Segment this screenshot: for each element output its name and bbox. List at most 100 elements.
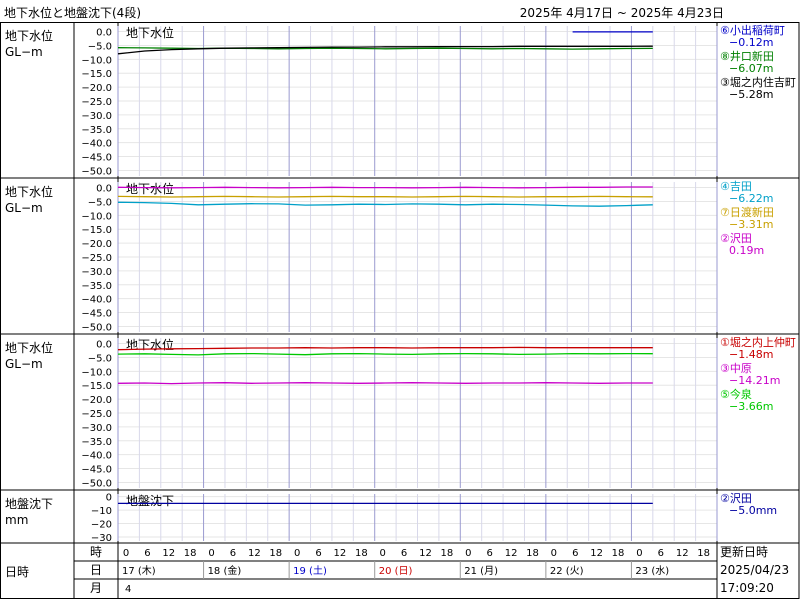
series-line-1-3: [117, 45, 653, 55]
panel-1-ytick: −25.0: [81, 97, 112, 108]
update-label: 更新日時: [720, 544, 768, 559]
day-tick: 18 (金): [208, 564, 242, 577]
panel-2-ytick: −25.0: [81, 253, 112, 264]
hour-tick: 12: [248, 548, 261, 559]
panel-3-ytick: −40.0: [81, 451, 112, 462]
panel-2-ytick: −45.0: [81, 309, 112, 320]
datetime-label: 日時: [5, 565, 29, 579]
panel-3-ytick: −50.0: [81, 478, 112, 489]
hour-tick: 6: [144, 548, 150, 559]
panel-3-ylabel-line: 地下水位: [5, 340, 53, 355]
hour-tick: 12: [419, 548, 432, 559]
legend-name-3-1: ①堀之内上仲町: [720, 335, 796, 349]
panel-1-ytick: −50.0: [81, 166, 112, 177]
panel-1-ytick: −5.0: [88, 41, 112, 52]
legend-value-3-3: −3.66m: [729, 400, 773, 413]
panel-4-title: 地盤沈下: [126, 493, 174, 508]
legend-name-1-3: ③堀之内住吉町: [720, 75, 796, 89]
panel-1-ytick: −40.0: [81, 139, 112, 150]
hour-tick: 0: [551, 548, 557, 559]
panel-3-ytick: −45.0: [81, 465, 112, 476]
hour-tick: 18: [441, 548, 454, 559]
panel-2-ytick: −15.0: [81, 225, 112, 236]
day-tick: 21 (月): [464, 565, 498, 577]
legend-value-2-3: 0.19m: [729, 244, 764, 257]
hour-tick: 0: [636, 548, 642, 559]
hour-tick: 0: [465, 548, 471, 559]
panel-2-ytick: −30.0: [81, 267, 112, 278]
legend-value-1-1: −0.12m: [729, 36, 773, 49]
panel-1-ytick: −35.0: [81, 125, 112, 136]
panel-3-ytick: −15.0: [81, 381, 112, 392]
day-tick: 20 (日): [379, 566, 413, 577]
panel-4-ytick: −30: [91, 533, 112, 544]
panel-2-ytick: −20.0: [81, 239, 112, 250]
legend-name-3-3: ⑤今泉: [720, 387, 752, 401]
panel-1-ytick: 0.0: [96, 28, 112, 39]
panel-1-ytick: −10.0: [81, 55, 112, 66]
legend-name-1-2: ⑧井口新田: [720, 49, 774, 63]
panel-1-ytick: −15.0: [81, 69, 112, 80]
day-tick: 22 (火): [550, 565, 584, 577]
hour-tick: 18: [269, 548, 282, 559]
panel-2-ytick: 0.0: [96, 184, 112, 195]
hour-tick: 0: [380, 548, 386, 559]
update-time: 17:09:20: [720, 581, 774, 595]
month-tick: 4: [125, 584, 131, 595]
hour-tick: 18: [612, 548, 625, 559]
panel-2-ytick: −5.0: [88, 197, 112, 208]
legend-value-2-1: −6.22m: [729, 192, 773, 205]
hour-tick: 0: [123, 548, 129, 559]
legend-value-4-1: −5.0mm: [729, 504, 777, 517]
series-line-3-2: [117, 382, 653, 385]
panel-2-title: 地下水位: [126, 181, 174, 196]
hour-tick: 6: [486, 548, 492, 559]
series-line-3-3: [117, 352, 653, 356]
month-row-label: 月: [90, 581, 102, 595]
hour-tick: 18: [355, 548, 368, 559]
outer-frame: [0, 22, 800, 599]
legend-name-2-3: ②沢田: [720, 231, 752, 245]
panel-1-ytick: −45.0: [81, 153, 112, 164]
series-line-2-1: [117, 201, 653, 207]
panel-4-ytick: 0: [106, 493, 112, 504]
panel-3-ytick: −10.0: [81, 367, 112, 378]
hour-tick: 18: [184, 548, 197, 559]
legend-name-2-2: ⑦日渡新田: [720, 205, 774, 219]
groundwater-chart: 地下水位 GL−m 0.0 −5.0 −10.0 −15.0 −20.0 −25.0 −30.0…: [0, 22, 800, 599]
hour-tick: 18: [697, 548, 710, 559]
legend-value-1-2: −6.07m: [729, 62, 773, 75]
hour-tick: 0: [208, 548, 214, 559]
panel-3-ytick: −35.0: [81, 437, 112, 448]
panel-4-ylabel-line: 地盤沈下: [5, 496, 53, 511]
panel-2-ytick: −40.0: [81, 295, 112, 306]
panel-2-ylabel-line: GL−m: [5, 201, 43, 215]
day-tick: 19 (土): [293, 564, 327, 577]
legend-value-2-2: −3.31m: [729, 218, 773, 231]
panel-3-ytick: −20.0: [81, 395, 112, 406]
panel-3-ytick: −30.0: [81, 423, 112, 434]
series-line-2-2: [117, 195, 653, 198]
panel-4-ylabel-line: mm: [5, 513, 28, 527]
panel-2-ylabel-line: 地下水位: [5, 184, 53, 199]
panel-2-ytick: −50.0: [81, 322, 112, 333]
hour-tick: 18: [526, 548, 539, 559]
legend-value-3-2: −14.21m: [729, 374, 780, 387]
panel-1-ytick: −30.0: [81, 111, 112, 122]
legend-name-1-1: ⑥小出稲荷町: [720, 23, 785, 37]
panel-2-ytick: −35.0: [81, 281, 112, 292]
panel-3-ytick: 0.0: [96, 340, 112, 351]
hour-tick: 12: [590, 548, 603, 559]
panel-3-ylabel-line: GL−m: [5, 357, 43, 371]
hour-row-label: 時: [90, 545, 102, 559]
hour-tick: 6: [401, 548, 407, 559]
panel-1-ylabel-line: 地下水位: [5, 28, 53, 43]
day-row-label: 日: [90, 563, 102, 577]
panel-1-ylabel-line: GL−m: [5, 45, 43, 59]
hour-tick: 6: [315, 548, 321, 559]
update-date: 2025/04/23: [720, 563, 789, 577]
hour-tick: 6: [658, 548, 664, 559]
day-tick: 17 (木): [122, 565, 156, 577]
day-tick: 23 (水): [635, 565, 669, 577]
hour-tick: 0: [294, 548, 300, 559]
